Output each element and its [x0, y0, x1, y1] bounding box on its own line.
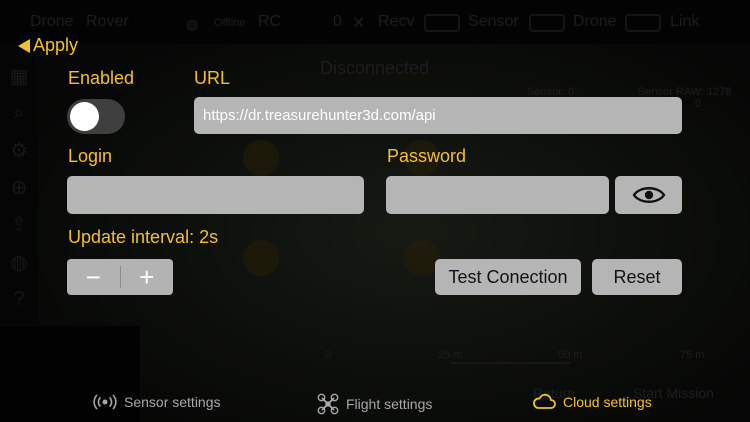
tab-sensor-settings-label: Sensor settings: [124, 394, 221, 410]
update-interval-label: Update interval: 2s: [68, 227, 219, 247]
enabled-label: Enabled: [68, 68, 135, 88]
reset-button[interactable]: Reset: [592, 259, 682, 295]
increment-button[interactable]: +: [121, 259, 174, 295]
sensor-waves-icon: [93, 394, 117, 410]
back-arrow-icon: [18, 38, 30, 53]
enabled-toggle[interactable]: [67, 99, 125, 134]
eye-icon: [632, 187, 665, 203]
show-password-button[interactable]: [615, 176, 682, 214]
apply-button[interactable]: Apply: [18, 35, 78, 56]
decrement-button[interactable]: −: [67, 259, 120, 295]
tab-cloud-settings-label: Cloud settings: [563, 393, 652, 410]
cloud-icon: [533, 393, 556, 409]
apply-label: Apply: [33, 35, 79, 55]
password-field[interactable]: [386, 176, 609, 214]
test-connection-button[interactable]: Test Conection: [435, 259, 581, 295]
tab-sensor-settings[interactable]: Sensor settings: [93, 393, 221, 411]
password-label: Password: [387, 146, 467, 166]
tab-flight-settings-label: Flight settings: [346, 396, 433, 412]
tab-cloud-settings[interactable]: Cloud settings: [532, 393, 652, 410]
update-interval-stepper: − +: [67, 259, 173, 295]
tab-flight-settings[interactable]: Flight settings: [317, 393, 432, 415]
drone-icon: [317, 393, 339, 415]
login-label: Login: [68, 146, 113, 166]
toggle-knob: [70, 102, 99, 131]
url-field[interactable]: https://dr.treasurehunter3d.com/api: [194, 97, 682, 134]
url-value: https://dr.treasurehunter3d.com/api: [203, 107, 436, 124]
login-field[interactable]: [67, 176, 364, 214]
url-label: URL: [194, 68, 231, 88]
